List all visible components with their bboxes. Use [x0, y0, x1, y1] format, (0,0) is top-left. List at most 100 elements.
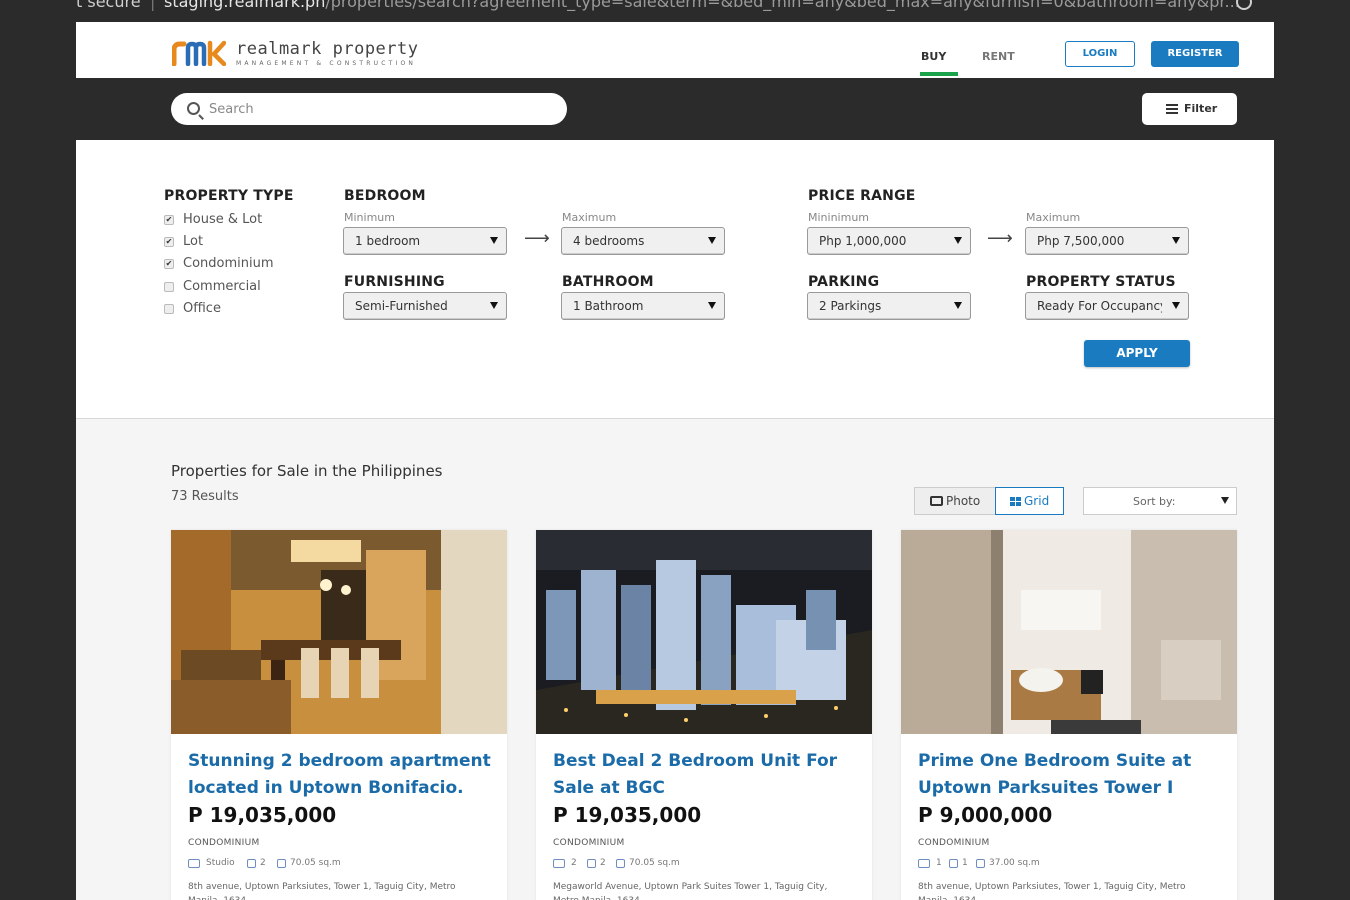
active-tab-indicator — [920, 72, 958, 76]
bathroom-heading: BATHROOM — [562, 274, 654, 290]
dropdown-caret-icon — [1221, 497, 1229, 504]
area-icon — [976, 859, 985, 868]
listing-address: 8th avenue, Uptown Parksiutes, Tower 1, … — [918, 882, 1186, 900]
search-input[interactable] — [209, 99, 549, 119]
price-max-label: Maximum — [1026, 211, 1081, 224]
browser-address-bar[interactable]: t secure | staging.realmark.ph/propertie… — [0, 0, 1350, 22]
address-separator: | — [150, 0, 156, 11]
site-header: realmark property MANAGEMENT & CONSTRUCT… — [76, 22, 1274, 78]
select-value: 2 Parkings — [819, 299, 882, 313]
parking-select[interactable]: 2 Parkings — [807, 292, 971, 320]
checkbox-unchecked[interactable] — [164, 304, 174, 314]
listing-price: P 19,035,000 — [553, 803, 702, 827]
bathroom-count: 2 — [600, 858, 606, 868]
select-value: 4 bedrooms — [573, 234, 645, 248]
results-title: Properties for Sale in the Philippines — [171, 462, 443, 480]
option-label: Commercial — [183, 279, 261, 294]
bedroom-count: 2 — [571, 858, 577, 868]
bed-icon — [918, 859, 930, 868]
floor-area: 70.05 sq.m — [290, 858, 341, 868]
furnishing-select[interactable]: Semi-Furnished — [343, 292, 507, 320]
url-path: /properties/search?agreement_type=sale&t… — [325, 0, 1240, 11]
zoom-icon[interactable] — [1236, 0, 1252, 10]
furnishing-heading: FURNISHING — [344, 274, 445, 290]
search-icon — [187, 102, 200, 115]
photo-icon — [930, 496, 943, 506]
realmark-logo-icon[interactable] — [172, 40, 226, 66]
dropdown-caret-icon — [1172, 237, 1180, 244]
bedroom-max-select[interactable]: 4 bedrooms — [561, 227, 725, 255]
bedroom-min-label: Minimum — [344, 211, 395, 224]
dropdown-caret-icon — [954, 302, 962, 309]
dropdown-caret-icon — [708, 237, 716, 244]
filter-button[interactable]: Filter — [1142, 93, 1237, 125]
area-icon — [616, 859, 625, 868]
filter-panel: PROPERTY TYPE ✔ House & Lot ✔ Lot ✔ Cond… — [76, 140, 1274, 419]
listing-photo[interactable] — [171, 530, 507, 734]
bedroom-count: 1 — [936, 858, 942, 868]
listing-title[interactable]: Best Deal 2 Bedroom Unit For Sale at BGC — [553, 748, 858, 802]
login-button[interactable]: LOGIN — [1065, 41, 1135, 67]
listing-title[interactable]: Stunning 2 bedroom apartment located in … — [188, 748, 493, 802]
bedroom-count: Studio — [206, 858, 235, 868]
listing-card[interactable]: Prime One Bedroom Suite at Uptown Parksu… — [901, 530, 1237, 900]
listing-address: 8th avenue, Uptown Parksiutes, Tower 1, … — [188, 882, 456, 900]
listing-type: CONDOMINIUM — [188, 838, 260, 848]
price-min-label: Mininimum — [808, 211, 870, 224]
bedroom-min-select[interactable]: 1 bedroom — [343, 227, 507, 255]
select-value: Php 7,500,000 — [1037, 234, 1125, 248]
apply-button[interactable]: APPLY — [1084, 340, 1190, 367]
price-range-heading: PRICE RANGE — [808, 188, 916, 204]
select-value: Php 1,000,000 — [819, 234, 907, 248]
listing-card[interactable]: Best Deal 2 Bedroom Unit For Sale at BGC… — [536, 530, 872, 900]
select-value: Ready For Occupancy — [1037, 299, 1162, 313]
security-indicator: t secure — [76, 0, 141, 11]
bath-icon — [247, 859, 256, 868]
bathroom-select[interactable]: 1 Bathroom — [561, 292, 725, 320]
bathroom-count: 2 — [260, 858, 266, 868]
view-toggle: Photo Grid — [914, 487, 1064, 515]
sort-by-select[interactable]: Sort by: — [1083, 487, 1237, 515]
range-arrow-icon: ⟶ — [524, 228, 550, 249]
option-label: Office — [183, 301, 221, 316]
listing-price: P 9,000,000 — [918, 803, 1053, 827]
parking-heading: PARKING — [808, 274, 880, 290]
checkbox-unchecked[interactable] — [164, 282, 174, 292]
grid-icon — [1010, 497, 1021, 506]
photo-view-button[interactable]: Photo — [914, 487, 996, 515]
grid-view-button[interactable]: Grid — [995, 487, 1064, 515]
option-label: Condominium — [183, 256, 274, 271]
dropdown-caret-icon — [490, 237, 498, 244]
grid-view-label: Grid — [1024, 494, 1050, 508]
dropdown-caret-icon — [954, 237, 962, 244]
property-status-select[interactable]: Ready For Occupancy — [1025, 292, 1189, 320]
bedroom-heading: BEDROOM — [344, 188, 426, 204]
checkbox-checked[interactable]: ✔ — [164, 259, 174, 269]
address-url[interactable]: staging.realmark.ph/properties/search?ag… — [164, 0, 1240, 11]
results-count: 73 Results — [171, 489, 239, 504]
option-label: Lot — [183, 234, 204, 249]
register-button[interactable]: REGISTER — [1151, 41, 1239, 67]
web-page: realmark property MANAGEMENT & CONSTRUCT… — [76, 22, 1274, 900]
url-host: staging.realmark.ph — [164, 0, 326, 11]
floor-area: 70.05 sq.m — [629, 858, 680, 868]
nav-rent-tab[interactable]: RENT — [982, 50, 1015, 63]
listing-title[interactable]: Prime One Bedroom Suite at Uptown Parksu… — [918, 748, 1223, 802]
brand-tagline: MANAGEMENT & CONSTRUCTION — [236, 60, 417, 67]
listing-card[interactable]: Stunning 2 bedroom apartment located in … — [171, 530, 507, 900]
nav-buy-tab[interactable]: BUY — [921, 50, 946, 63]
checkbox-checked[interactable]: ✔ — [164, 215, 174, 225]
listing-type: CONDOMINIUM — [918, 838, 990, 848]
option-label: House & Lot — [183, 212, 263, 227]
listing-type: CONDOMINIUM — [553, 838, 625, 848]
bed-icon — [188, 859, 200, 868]
search-box[interactable] — [171, 93, 567, 125]
checkbox-checked[interactable]: ✔ — [164, 237, 174, 247]
price-min-select[interactable]: Php 1,000,000 — [807, 227, 971, 255]
brand-name[interactable]: realmark property — [236, 39, 419, 59]
listing-photo[interactable] — [536, 530, 872, 734]
listing-photo[interactable] — [901, 530, 1237, 734]
sort-by-label: Sort by: — [1133, 495, 1176, 508]
price-max-select[interactable]: Php 7,500,000 — [1025, 227, 1189, 255]
bedroom-max-label: Maximum — [562, 211, 617, 224]
